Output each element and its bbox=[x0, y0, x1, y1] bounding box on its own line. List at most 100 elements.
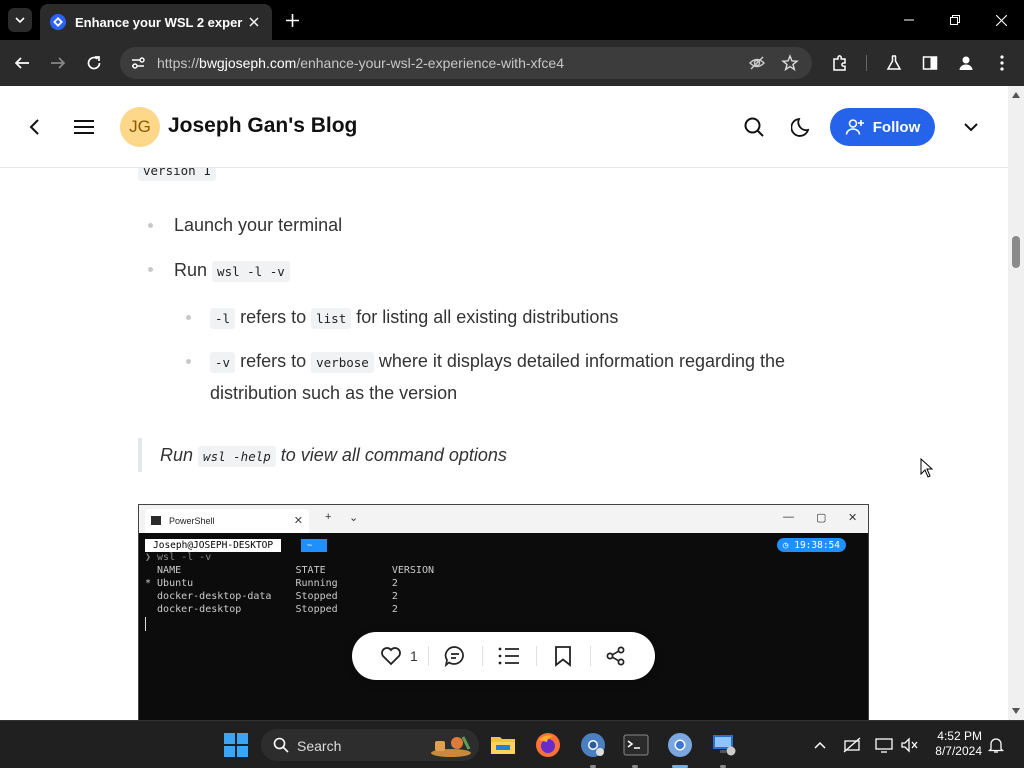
sub-list-item: -v refers to verbose where it displays d… bbox=[210, 345, 785, 379]
file-explorer-taskbar-icon[interactable] bbox=[489, 731, 517, 759]
browser-menu-button[interactable] bbox=[990, 51, 1014, 75]
browser-toolbar: https://bwgjoseph.com/enhance-your-wsl-2… bbox=[0, 40, 1024, 86]
star-bookmark-icon[interactable] bbox=[781, 54, 799, 72]
list-item-text: distribution such as the version bbox=[210, 383, 458, 403]
browser-tab-active[interactable]: Enhance your WSL 2 experience bbox=[40, 4, 272, 40]
firefox-taskbar-icon[interactable] bbox=[534, 731, 562, 759]
chrome-taskbar-icon[interactable] bbox=[666, 731, 694, 759]
avatar[interactable]: JG bbox=[120, 107, 160, 147]
speaker-muted-icon bbox=[901, 737, 918, 753]
show-hidden-icons-button[interactable] bbox=[810, 735, 830, 755]
new-tab-button[interactable] bbox=[282, 10, 302, 30]
sound-tray-icon[interactable] bbox=[899, 735, 919, 755]
tab-search-button[interactable] bbox=[8, 8, 32, 32]
table-of-contents-button[interactable] bbox=[498, 644, 520, 668]
inline-code: wsl -help bbox=[198, 446, 276, 467]
terminal-icon bbox=[623, 734, 649, 756]
minimize-icon: — bbox=[783, 511, 794, 523]
address-bar[interactable]: https://bwgjoseph.com/enhance-your-wsl-2… bbox=[120, 47, 812, 79]
chrome-canary-taskbar-icon[interactable] bbox=[579, 731, 607, 759]
prompt-time: ◷ 19:38:54 bbox=[776, 538, 846, 552]
page-scrollbar[interactable] bbox=[1008, 86, 1024, 720]
scroll-up-icon[interactable] bbox=[1012, 92, 1020, 98]
windows-logo-icon bbox=[224, 733, 248, 757]
reload-button[interactable] bbox=[82, 51, 106, 75]
follow-button-label: Follow bbox=[872, 118, 921, 136]
profile-button[interactable] bbox=[954, 51, 978, 75]
clock-time: 4:52 PM bbox=[937, 729, 982, 743]
restore-window-button[interactable] bbox=[940, 8, 970, 32]
side-panel-button[interactable] bbox=[918, 51, 942, 75]
notifications-button[interactable] bbox=[986, 735, 1006, 755]
back-button[interactable] bbox=[16, 109, 52, 145]
forward-button[interactable] bbox=[46, 51, 70, 75]
chrome-icon bbox=[581, 733, 605, 757]
terminal-command: ❯ wsl -l -v bbox=[145, 552, 212, 563]
mouse-cursor-icon bbox=[920, 458, 934, 478]
user-plus-icon bbox=[845, 119, 864, 135]
taskbar-search[interactable]: Search bbox=[261, 729, 479, 761]
close-icon: ✕ bbox=[848, 512, 858, 524]
list-item-text: where it displays detailed information r… bbox=[378, 351, 786, 371]
close-window-button[interactable] bbox=[986, 8, 1016, 32]
menu-button[interactable] bbox=[66, 109, 102, 145]
display-tray-icon[interactable] bbox=[874, 735, 894, 755]
taskbar: Search 4:52 PM 8/7/2024 bbox=[0, 720, 1024, 768]
search-icon bbox=[273, 737, 289, 753]
blog-title[interactable]: Joseph Gan's Blog bbox=[168, 114, 357, 138]
remote-desktop-taskbar-icon[interactable] bbox=[710, 731, 738, 759]
powershell-icon bbox=[151, 516, 161, 525]
back-button[interactable] bbox=[10, 51, 34, 75]
follow-button[interactable]: Follow bbox=[830, 108, 935, 146]
minimize-window-button[interactable] bbox=[894, 8, 924, 32]
terminal-tab: PowerShell ✕ bbox=[145, 509, 309, 533]
like-button[interactable]: 1 bbox=[380, 644, 418, 668]
scrollbar-thumb[interactable] bbox=[1012, 236, 1020, 268]
list-item-text: refers to bbox=[240, 351, 307, 371]
list-item-text: refers to bbox=[240, 307, 307, 327]
list-icon bbox=[498, 647, 519, 665]
terminal-line: * Ubuntu Running 2 bbox=[145, 578, 398, 589]
url-host: bwgjoseph.com bbox=[199, 55, 297, 71]
search-button[interactable] bbox=[736, 109, 772, 145]
terminal-line: docker-desktop Stopped 2 bbox=[145, 604, 398, 615]
chevron-down-icon bbox=[15, 17, 25, 24]
blog-header: JG Joseph Gan's Blog Follow bbox=[0, 86, 1008, 168]
like-count: 1 bbox=[410, 648, 418, 664]
reload-icon bbox=[87, 56, 101, 70]
share-button[interactable] bbox=[606, 644, 626, 668]
extensions-button[interactable] bbox=[828, 51, 852, 75]
prompt-dir-segment: ~ bbox=[301, 539, 327, 552]
start-button[interactable] bbox=[222, 731, 250, 759]
heart-icon bbox=[381, 647, 401, 666]
theme-toggle-button[interactable] bbox=[784, 109, 820, 145]
labs-button[interactable] bbox=[882, 51, 906, 75]
url-scheme: https:// bbox=[157, 55, 200, 71]
scroll-down-icon[interactable] bbox=[1012, 708, 1020, 714]
folder-icon bbox=[491, 737, 515, 754]
system-clock[interactable]: 4:52 PM 8/7/2024 bbox=[930, 729, 982, 759]
blockquote: Run wsl -help to view all command option… bbox=[160, 440, 507, 472]
search-highlight-icon bbox=[431, 736, 471, 757]
site-info-icon[interactable] bbox=[130, 55, 146, 71]
puzzle-icon bbox=[833, 55, 846, 71]
terminal-taskbar-icon[interactable] bbox=[622, 731, 650, 759]
chrome-icon bbox=[668, 733, 692, 757]
more-options-button[interactable] bbox=[953, 109, 989, 145]
url-path: /enhance-your-wsl-2-experience-with-xfce… bbox=[296, 55, 564, 71]
network-tray-icon[interactable] bbox=[842, 735, 862, 755]
terminal-line: NAME STATE VERSION bbox=[145, 565, 434, 576]
chevron-down-icon: ⌄ bbox=[349, 512, 359, 524]
terminal-screenshot-image: PowerShell ✕ + ⌄ — ▢ ✕ Joseph@JOSEPH-DES… bbox=[138, 504, 869, 720]
bookmark-button[interactable] bbox=[554, 644, 572, 668]
chevron-left-icon bbox=[29, 119, 39, 135]
restore-icon bbox=[950, 15, 960, 25]
close-tab-icon[interactable] bbox=[246, 14, 262, 30]
comments-button[interactable] bbox=[444, 644, 466, 668]
chevron-up-icon bbox=[814, 741, 826, 749]
page-viewport: version 1 Launch your terminal Run wsl -… bbox=[0, 86, 1024, 720]
article-content: version 1 Launch your terminal Run wsl -… bbox=[0, 86, 1008, 720]
tab-title: Enhance your WSL 2 experience bbox=[75, 14, 243, 30]
eye-slash-icon[interactable] bbox=[748, 54, 766, 72]
browser-tab-bar: Enhance your WSL 2 experience bbox=[0, 0, 1024, 40]
